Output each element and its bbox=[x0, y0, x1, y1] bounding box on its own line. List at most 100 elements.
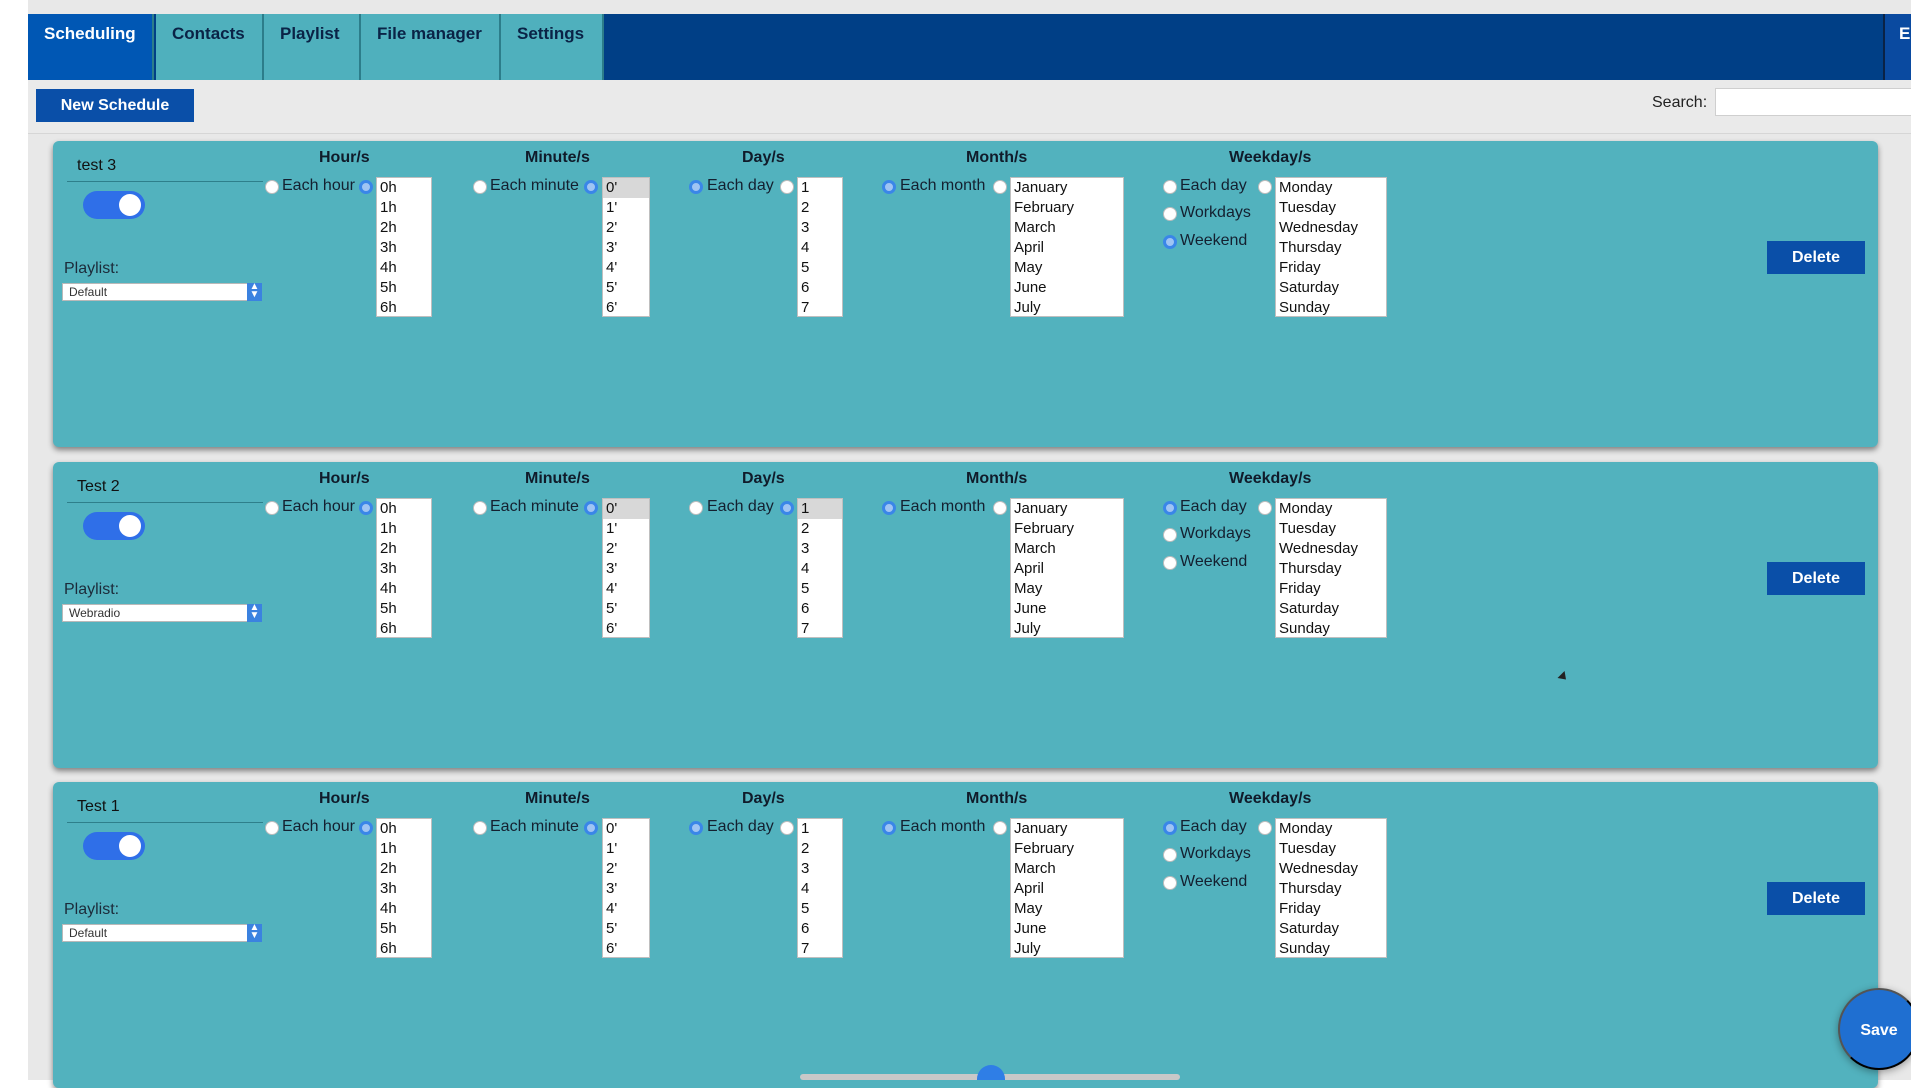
playlist-select[interactable]: Webradio bbox=[62, 604, 262, 622]
delete-button[interactable]: Delete bbox=[1767, 241, 1865, 274]
new-schedule-button[interactable]: New Schedule bbox=[36, 89, 194, 122]
each-month-radio[interactable] bbox=[882, 501, 896, 515]
list-option[interactable]: 5h bbox=[377, 278, 431, 298]
workdays-radio[interactable] bbox=[1163, 848, 1177, 862]
each-month-radio[interactable] bbox=[882, 180, 896, 194]
specific-minute-radio[interactable] bbox=[584, 501, 598, 515]
list-option[interactable]: 2h bbox=[377, 859, 431, 879]
list-option[interactable]: Saturday bbox=[1276, 599, 1386, 619]
each-minute-radio[interactable] bbox=[473, 821, 487, 835]
list-option[interactable]: 3' bbox=[603, 879, 649, 899]
list-option[interactable]: 3h bbox=[377, 879, 431, 899]
playlist-select[interactable]: Default bbox=[62, 924, 262, 942]
list-option[interactable]: May bbox=[1011, 258, 1123, 278]
list-option[interactable]: January bbox=[1011, 499, 1123, 519]
list-option[interactable]: Sunday bbox=[1276, 939, 1386, 957]
list-option[interactable]: 0' bbox=[603, 819, 649, 839]
hours-listbox[interactable]: 0h 1h 2h 3h 4h 5h 6h bbox=[376, 498, 432, 638]
list-option[interactable]: Sunday bbox=[1276, 298, 1386, 316]
search-input[interactable] bbox=[1715, 88, 1911, 116]
tab-contacts[interactable]: Contacts bbox=[156, 14, 264, 80]
specific-hour-radio[interactable] bbox=[359, 821, 373, 835]
list-option[interactable]: 5' bbox=[603, 278, 649, 298]
workdays-radio[interactable] bbox=[1163, 528, 1177, 542]
each-hour-radio[interactable] bbox=[265, 180, 279, 194]
list-option[interactable]: Monday bbox=[1276, 499, 1386, 519]
list-option[interactable]: Wednesday bbox=[1276, 539, 1386, 559]
tab-overflow[interactable]: E bbox=[1883, 14, 1911, 80]
list-option[interactable]: Saturday bbox=[1276, 919, 1386, 939]
list-option[interactable]: 4h bbox=[377, 579, 431, 599]
list-option[interactable]: 3' bbox=[603, 238, 649, 258]
specific-weekday-radio[interactable] bbox=[1258, 180, 1272, 194]
list-option[interactable]: 1' bbox=[603, 839, 649, 859]
list-option[interactable]: 5 bbox=[798, 899, 842, 919]
specific-day-radio[interactable] bbox=[780, 501, 794, 515]
list-option[interactable]: Thursday bbox=[1276, 559, 1386, 579]
list-option[interactable]: 0h bbox=[377, 819, 431, 839]
list-option[interactable]: 2' bbox=[603, 218, 649, 238]
list-option[interactable]: 1h bbox=[377, 519, 431, 539]
list-option[interactable]: 1' bbox=[603, 198, 649, 218]
list-option[interactable]: 1h bbox=[377, 839, 431, 859]
list-option[interactable]: 4h bbox=[377, 899, 431, 919]
list-option[interactable]: March bbox=[1011, 539, 1123, 559]
enable-toggle[interactable] bbox=[83, 512, 145, 540]
weekend-radio[interactable] bbox=[1163, 556, 1177, 570]
minutes-listbox[interactable]: 0' 1' 2' 3' 4' 5' 6' bbox=[602, 177, 650, 317]
list-option[interactable]: Wednesday bbox=[1276, 859, 1386, 879]
list-option[interactable]: 2 bbox=[798, 519, 842, 539]
tab-scheduling[interactable]: Scheduling bbox=[28, 14, 154, 80]
list-option[interactable]: 5 bbox=[798, 579, 842, 599]
list-option[interactable]: February bbox=[1011, 839, 1123, 859]
list-option[interactable]: 6 bbox=[798, 278, 842, 298]
delete-button[interactable]: Delete bbox=[1767, 562, 1865, 595]
list-option[interactable]: Thursday bbox=[1276, 879, 1386, 899]
months-listbox[interactable]: January February March April May June July bbox=[1010, 498, 1124, 638]
list-option[interactable]: April bbox=[1011, 238, 1123, 258]
tab-file-manager[interactable]: File manager bbox=[361, 14, 501, 80]
save-button[interactable]: Save bbox=[1838, 988, 1911, 1070]
list-option[interactable]: June bbox=[1011, 919, 1123, 939]
list-option[interactable]: 6h bbox=[377, 619, 431, 637]
list-option[interactable]: March bbox=[1011, 218, 1123, 238]
list-option[interactable]: Wednesday bbox=[1276, 218, 1386, 238]
list-option[interactable]: Friday bbox=[1276, 899, 1386, 919]
list-option[interactable]: Friday bbox=[1276, 579, 1386, 599]
chevron-updown-icon[interactable]: ▲ ▼ bbox=[247, 603, 262, 622]
months-listbox[interactable]: January February March April May June July bbox=[1010, 818, 1124, 958]
list-option[interactable]: 4 bbox=[798, 559, 842, 579]
list-option[interactable]: July bbox=[1011, 939, 1123, 957]
list-option[interactable]: Monday bbox=[1276, 178, 1386, 198]
each-hour-radio[interactable] bbox=[265, 501, 279, 515]
list-option[interactable]: 7 bbox=[798, 619, 842, 637]
list-option[interactable]: 2h bbox=[377, 539, 431, 559]
enable-toggle[interactable] bbox=[83, 191, 145, 219]
weekend-radio[interactable] bbox=[1163, 876, 1177, 890]
list-option[interactable]: Tuesday bbox=[1276, 198, 1386, 218]
list-option[interactable]: 1 bbox=[798, 178, 842, 198]
list-option[interactable]: 2' bbox=[603, 539, 649, 559]
weekday-each-day-radio[interactable] bbox=[1163, 180, 1177, 194]
list-option[interactable]: January bbox=[1011, 178, 1123, 198]
specific-hour-radio[interactable] bbox=[359, 180, 373, 194]
specific-day-radio[interactable] bbox=[780, 821, 794, 835]
days-listbox[interactable]: 1234567 bbox=[797, 498, 843, 638]
each-day-radio[interactable] bbox=[689, 501, 703, 515]
list-option[interactable]: 2h bbox=[377, 218, 431, 238]
list-option[interactable]: 5' bbox=[603, 599, 649, 619]
list-option[interactable]: July bbox=[1011, 619, 1123, 637]
tab-playlist[interactable]: Playlist bbox=[264, 14, 361, 80]
chevron-updown-icon[interactable]: ▲ ▼ bbox=[247, 282, 262, 301]
list-option[interactable]: January bbox=[1011, 819, 1123, 839]
specific-minute-radio[interactable] bbox=[584, 821, 598, 835]
list-option[interactable]: 0' bbox=[603, 178, 649, 198]
list-option[interactable]: 5h bbox=[377, 919, 431, 939]
list-option[interactable]: February bbox=[1011, 198, 1123, 218]
list-option[interactable]: 4' bbox=[603, 579, 649, 599]
workdays-radio[interactable] bbox=[1163, 207, 1177, 221]
list-option[interactable]: Thursday bbox=[1276, 238, 1386, 258]
minutes-listbox[interactable]: 0' 1' 2' 3' 4' 5' 6' bbox=[602, 498, 650, 638]
weekdays-listbox[interactable]: Monday Tuesday Wednesday Thursday Friday Satu… bbox=[1275, 177, 1387, 317]
weekdays-listbox[interactable]: Monday Tuesday Wednesday Thursday Friday Satu… bbox=[1275, 498, 1387, 638]
